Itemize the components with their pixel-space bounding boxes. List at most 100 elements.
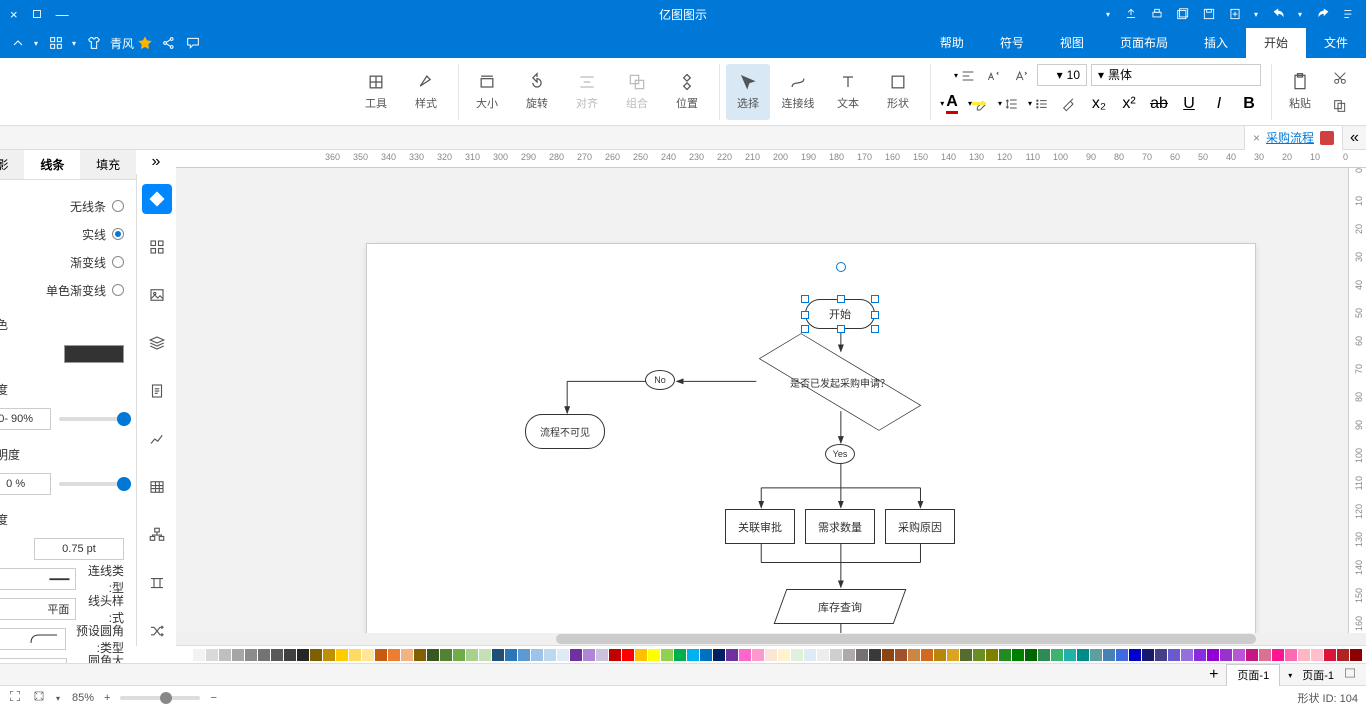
color-swatch[interactable] [869,649,881,661]
side-page-icon[interactable] [142,376,172,406]
color-swatch[interactable] [713,649,725,661]
page-label-dd[interactable] [1288,669,1294,681]
corner-size-spinner[interactable]: 0.00 mm [0,658,67,663]
sub-icon[interactable]: x₂ [1087,92,1111,116]
color-swatch[interactable] [557,649,569,661]
sel-handle-bl[interactable] [801,325,809,333]
color-swatch[interactable] [596,649,608,661]
color-swatch[interactable] [1233,649,1245,661]
color-swatch[interactable] [999,649,1011,661]
color-swatch[interactable] [791,649,803,661]
color-swatch[interactable] [570,649,582,661]
width-pt-spinner[interactable]: 0.75 pt [34,538,124,560]
color-swatch[interactable] [648,649,660,661]
apps-dd[interactable] [34,39,40,48]
color-swatch[interactable] [1103,649,1115,661]
fontcolor-icon[interactable]: A [937,92,961,116]
shape-button[interactable]: 形状 [876,64,920,120]
color-swatch[interactable] [258,649,270,661]
side-chart-icon[interactable] [142,424,172,454]
side-org-icon[interactable] [142,520,172,550]
copy-icon[interactable] [1328,94,1352,118]
font-size-select[interactable]: 10▾ [1037,64,1087,86]
color-swatch[interactable] [1337,649,1349,661]
color-swatch[interactable] [986,649,998,661]
color-swatch[interactable] [1350,649,1362,661]
radio-solid[interactable]: 实线 [0,220,124,248]
flowchart-para-node[interactable]: 库存查询 [780,589,900,624]
color-swatch[interactable] [739,649,751,661]
zoom-in-button[interactable]: + [104,692,110,704]
font-increase-icon[interactable] [1009,64,1033,88]
zoom-out-button[interactable]: − [210,692,216,704]
color-swatch[interactable] [492,649,504,661]
color-swatch[interactable] [1207,649,1219,661]
strike-icon[interactable]: ab [1147,92,1171,116]
color-swatch[interactable] [830,649,842,661]
flowchart-decision-node[interactable]: 是否已发起采购申请？ [755,352,925,412]
color-swatch[interactable] [284,649,296,661]
page-view-icon[interactable] [1342,666,1358,683]
color-swatch[interactable] [1090,649,1102,661]
color-swatch[interactable] [336,649,348,661]
color-swatch[interactable] [687,649,699,661]
clear-icon[interactable] [1057,92,1081,116]
color-swatch[interactable] [752,649,764,661]
color-swatch[interactable] [804,649,816,661]
zoom-slider[interactable] [120,696,200,700]
menu-layout[interactable]: 页面布局 [1102,28,1186,58]
color-swatch[interactable] [518,649,530,661]
menu-insert[interactable]: 插入 [1186,28,1246,58]
color-swatch[interactable] [609,649,621,661]
side-spacer-icon[interactable] [142,568,172,598]
connector-button[interactable]: 连接线 [776,64,820,120]
color-swatch[interactable] [960,649,972,661]
opacity-slider[interactable] [59,482,124,486]
side-layer-icon[interactable] [142,328,172,358]
color-swatch[interactable] [1038,649,1050,661]
flowchart-terminal-node[interactable]: 流程不可见 [525,414,605,449]
minimize-icon[interactable]: — [56,7,69,22]
sel-handle-tr[interactable] [871,295,879,303]
color-swatch[interactable] [193,649,205,661]
redo-dd[interactable] [1298,10,1304,19]
menu-view[interactable]: 视图 [1042,28,1102,58]
menu-help[interactable]: 帮助 [922,28,982,58]
width-slider[interactable] [59,417,124,421]
color-swatch[interactable] [64,345,124,363]
color-swatch[interactable] [1155,649,1167,661]
color-swatch[interactable] [1311,649,1323,661]
side-grid-icon[interactable] [142,232,172,262]
color-swatch[interactable] [388,649,400,661]
bold-icon[interactable]: B [1237,92,1261,116]
color-swatch[interactable] [271,649,283,661]
doc-tab-close-icon[interactable]: × [1253,131,1260,145]
color-swatch[interactable] [1272,649,1284,661]
sel-handle-bc[interactable] [837,325,845,333]
paste-button[interactable]: 粘贴 [1278,64,1322,120]
color-swatch[interactable] [817,649,829,661]
color-swatch[interactable] [479,649,491,661]
color-swatch[interactable] [323,649,335,661]
color-swatch[interactable] [1064,649,1076,661]
sel-handle-ml[interactable] [801,311,809,319]
color-swatch[interactable] [401,649,413,661]
corner-type-dd[interactable]: ▾ [0,628,66,650]
export-icon[interactable] [1124,7,1138,21]
menu-file[interactable]: 文件 [1306,28,1366,58]
font-family-select[interactable]: 黑体▾ [1091,64,1261,86]
flowchart-box-reason[interactable]: 采购原因 [885,509,955,544]
color-swatch[interactable] [349,649,361,661]
color-swatch[interactable] [1298,649,1310,661]
color-swatch[interactable] [531,649,543,661]
color-swatch[interactable] [1025,649,1037,661]
expand-pane-icon[interactable]: » [1342,126,1366,150]
color-swatch[interactable] [843,649,855,661]
super-icon[interactable]: x² [1117,92,1141,116]
apps-icon[interactable] [48,35,64,51]
color-swatch[interactable] [895,649,907,661]
color-swatch[interactable] [973,649,985,661]
color-swatch[interactable] [1012,649,1024,661]
canvas-hscroll[interactable] [176,633,1366,645]
color-swatch[interactable] [206,649,218,661]
